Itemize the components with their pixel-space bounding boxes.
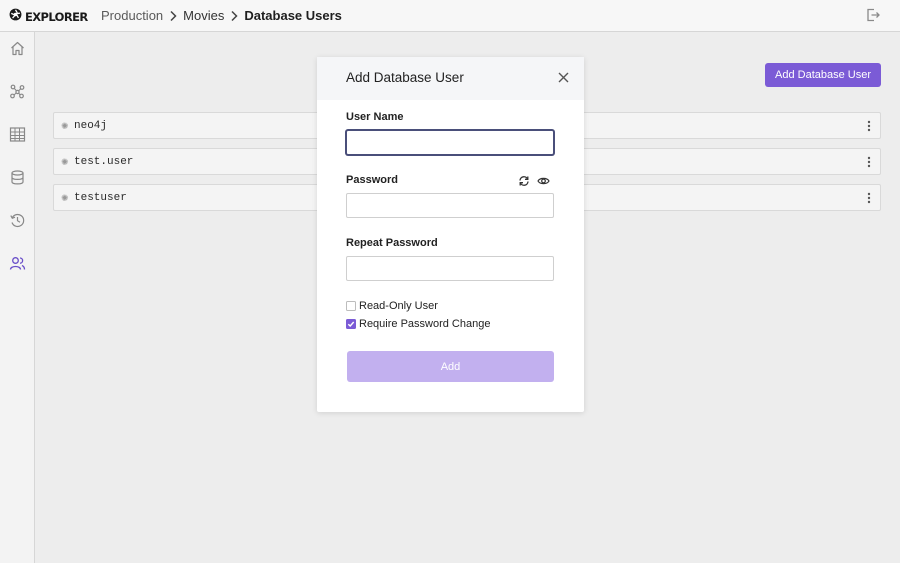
user-status-icon: ✺ — [61, 121, 69, 131]
readonly-label: Read-Only User — [359, 300, 438, 312]
regenerate-password-icon[interactable] — [518, 174, 530, 192]
sidebar — [0, 32, 35, 563]
repeat-password-label: Repeat Password — [346, 237, 438, 249]
add-database-user-dialog: Add Database User User Name Password Rep… — [317, 57, 584, 412]
close-icon[interactable] — [557, 71, 570, 84]
breadcrumb: Production Movies Database Users — [101, 8, 342, 23]
password-label: Password — [346, 174, 398, 186]
logout-icon[interactable] — [865, 7, 881, 28]
add-database-user-button[interactable]: Add Database User — [765, 63, 881, 87]
username-input[interactable] — [346, 130, 554, 155]
aperture-logo-icon — [9, 8, 22, 26]
require-password-change-label: Require Password Change — [359, 318, 491, 330]
user-name: neo4j — [74, 120, 108, 132]
show-password-icon[interactable] — [537, 174, 550, 192]
top-bar: EXPLORER Production Movies Database User… — [0, 0, 900, 32]
breadcrumb-movies[interactable]: Movies — [183, 8, 224, 23]
checkmark-icon — [347, 321, 355, 328]
table-icon[interactable] — [9, 126, 26, 143]
user-name: testuser — [74, 192, 127, 204]
require-password-change-row[interactable]: Require Password Change — [346, 318, 490, 330]
password-input[interactable] — [346, 193, 554, 218]
readonly-checkbox-row[interactable]: Read-Only User — [346, 300, 438, 312]
more-options-icon[interactable] — [865, 191, 873, 205]
dialog-header: Add Database User — [317, 57, 584, 100]
graph-icon[interactable] — [9, 83, 26, 100]
database-icon[interactable] — [9, 169, 26, 186]
user-name: test.user — [74, 156, 134, 168]
readonly-checkbox[interactable] — [346, 301, 356, 311]
logo-text: EXPLORER — [25, 10, 88, 24]
history-icon[interactable] — [9, 212, 26, 229]
users-icon[interactable] — [9, 255, 26, 272]
dialog-title: Add Database User — [346, 70, 464, 85]
home-icon[interactable] — [9, 40, 26, 57]
user-status-icon: ✺ — [61, 157, 69, 167]
breadcrumb-production[interactable]: Production — [101, 8, 163, 23]
user-status-icon: ✺ — [61, 193, 69, 203]
add-button[interactable]: Add — [347, 351, 554, 382]
logo[interactable]: EXPLORER — [9, 8, 88, 26]
require-password-change-checkbox[interactable] — [346, 319, 356, 329]
repeat-password-input[interactable] — [346, 256, 554, 281]
more-options-icon[interactable] — [865, 155, 873, 169]
username-label: User Name — [346, 111, 404, 123]
breadcrumb-database-users: Database Users — [244, 8, 342, 23]
chevron-right-icon — [163, 9, 183, 23]
more-options-icon[interactable] — [865, 119, 873, 133]
chevron-right-icon — [224, 9, 244, 23]
